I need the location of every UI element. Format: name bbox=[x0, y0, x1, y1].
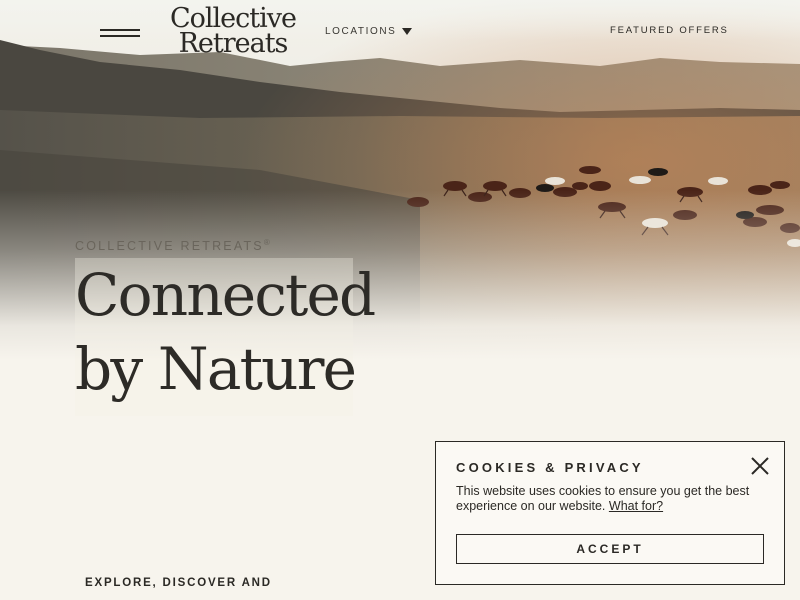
explore-heading: EXPLORE, DISCOVER AND bbox=[85, 577, 272, 589]
locations-dropdown[interactable]: LOCATIONS bbox=[325, 24, 413, 38]
logo-line-2: Retreats bbox=[178, 28, 289, 59]
headline-line-1: Connected bbox=[75, 261, 376, 329]
registered-mark: ® bbox=[263, 238, 270, 247]
hero-kicker-text: COLLECTIVE RETREATS bbox=[75, 239, 264, 254]
hamburger-menu-icon[interactable] bbox=[100, 29, 140, 38]
headline-line-2: by Nature bbox=[75, 335, 357, 403]
close-icon[interactable] bbox=[750, 456, 770, 476]
cookie-title: COOKIES & PRIVACY bbox=[456, 460, 644, 475]
locations-label: LOCATIONS bbox=[325, 25, 397, 37]
menu-line-top bbox=[100, 29, 140, 31]
cookie-body: This website uses cookies to ensure you … bbox=[456, 484, 766, 514]
hero-headline: Connected by Nature bbox=[75, 258, 376, 406]
site-logo[interactable]: Collective Retreats bbox=[168, 5, 298, 59]
cookie-banner: COOKIES & PRIVACY This website uses cook… bbox=[435, 441, 785, 585]
menu-line-bottom bbox=[100, 35, 140, 37]
featured-offers-link[interactable]: FEATURED OFFERS bbox=[610, 25, 729, 36]
accept-button[interactable]: ACCEPT bbox=[456, 534, 764, 564]
what-for-link[interactable]: What for? bbox=[609, 499, 663, 513]
site-header: Collective Retreats LOCATIONS FEATURED O… bbox=[0, 0, 800, 62]
hero-kicker: COLLECTIVE RETREATS® bbox=[75, 238, 270, 253]
caret-down-icon bbox=[402, 27, 413, 35]
cookie-body-text: This website uses cookies to ensure you … bbox=[456, 484, 750, 513]
close-icon-svg bbox=[751, 457, 769, 475]
